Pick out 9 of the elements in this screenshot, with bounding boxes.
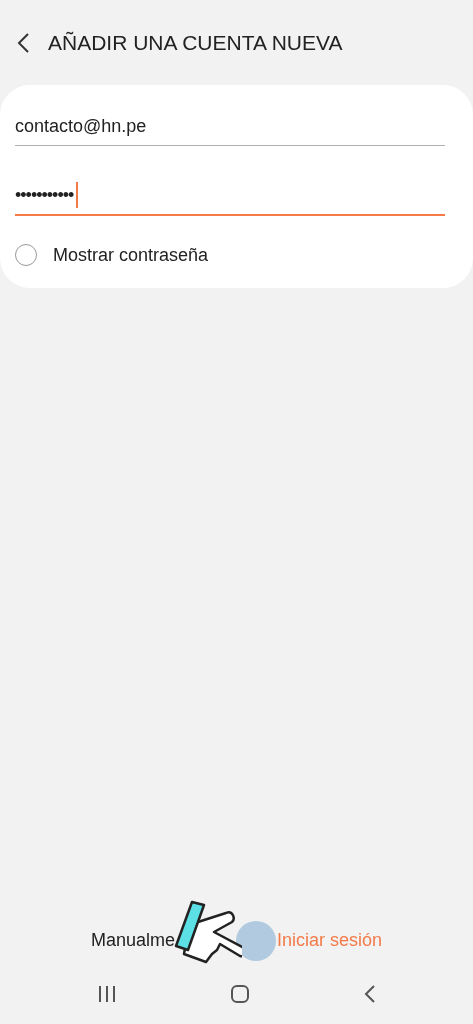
email-field[interactable]: contacto@hn.pe [15, 107, 445, 146]
screen-title: AÑADIR UNA CUENTA NUEVA [48, 31, 343, 55]
recent-apps-icon[interactable] [96, 985, 117, 1003]
back-icon[interactable] [16, 32, 30, 54]
show-password-option[interactable]: Mostrar contraseña [15, 244, 445, 266]
manual-setup-button[interactable]: Manualme [86, 925, 179, 955]
home-icon[interactable] [229, 985, 250, 1003]
back-icon[interactable] [362, 985, 377, 1003]
password-field[interactable]: ••••••••••• [15, 176, 445, 216]
